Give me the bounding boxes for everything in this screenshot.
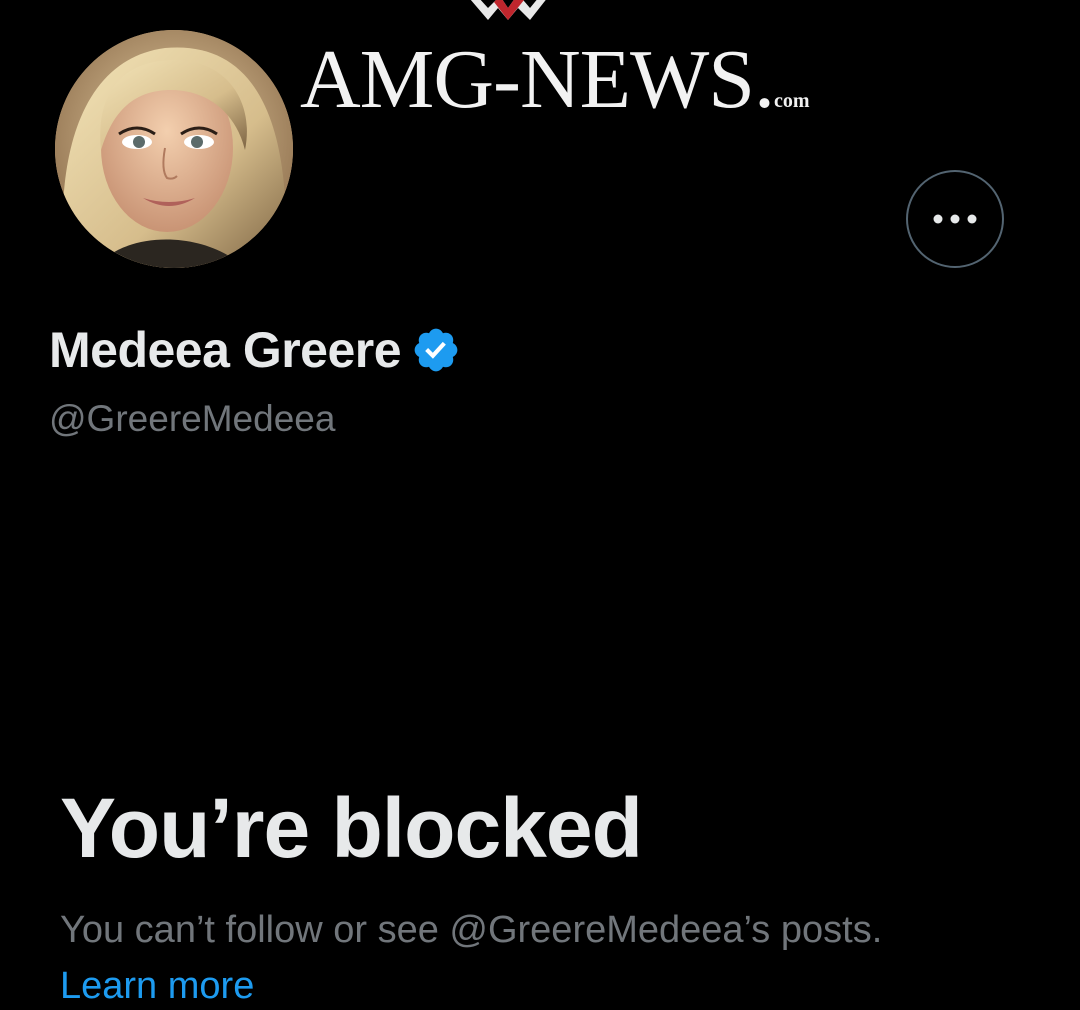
- verified-badge-icon[interactable]: [411, 325, 461, 375]
- banner-logo: AMG-NEWS.com: [300, 38, 810, 143]
- learn-more-link[interactable]: Learn more: [60, 962, 254, 1010]
- more-options-button[interactable]: [906, 170, 1004, 268]
- banner-logo-suffix: com: [773, 90, 810, 112]
- display-name: Medeea Greere: [49, 322, 402, 378]
- banner-emblem-icon: [470, 0, 546, 20]
- avatar[interactable]: [52, 27, 296, 271]
- blocked-description: You can’t follow or see @GreereMedeea’s …: [60, 909, 883, 951]
- profile-handle: @GreereMedeea: [49, 398, 336, 439]
- blocked-title: You’re blocked: [60, 781, 643, 875]
- profile-name-row: Medeea Greere: [49, 320, 461, 380]
- banner-logo-main: AMG-NEWS.: [300, 33, 775, 126]
- profile-photo: [55, 30, 293, 268]
- ellipsis-icon: [933, 214, 977, 224]
